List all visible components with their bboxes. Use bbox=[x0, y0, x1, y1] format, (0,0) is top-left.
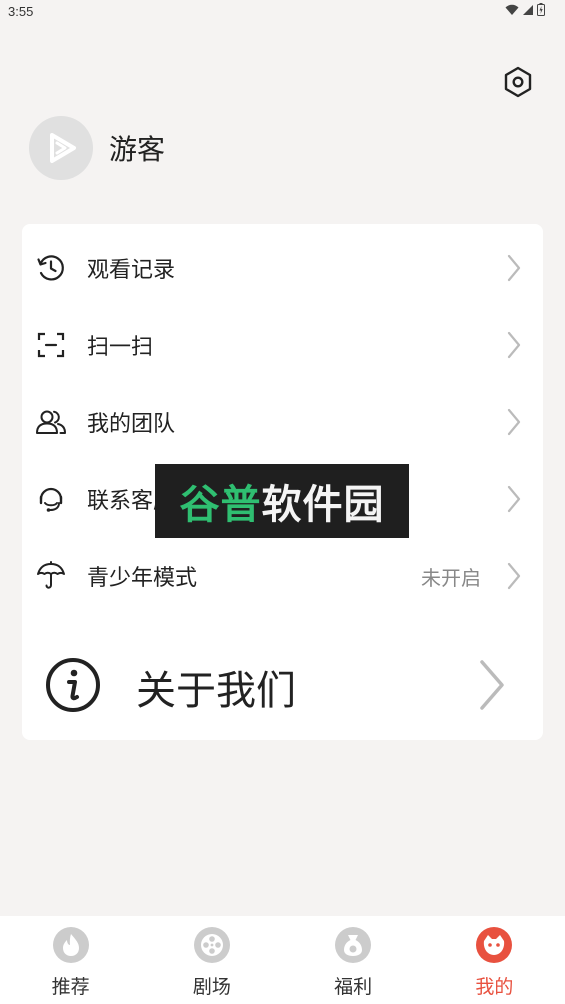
tab-label: 推荐 bbox=[51, 976, 90, 998]
menu-item-teen-mode[interactable]: 青少年模式 未开启 bbox=[22, 538, 543, 614]
menu-item-my-team[interactable]: 我的团队 bbox=[22, 384, 543, 460]
headset-icon bbox=[34, 482, 68, 516]
scan-icon bbox=[34, 328, 68, 362]
menu-item-label: 扫一扫 bbox=[87, 335, 154, 360]
play-logo-icon bbox=[50, 133, 76, 163]
avatar[interactable] bbox=[29, 116, 93, 180]
about-us-label: 关于我们 bbox=[136, 668, 296, 714]
chevron-right-icon bbox=[503, 405, 525, 439]
umbrella-icon bbox=[34, 559, 68, 593]
tab-mine[interactable]: 我的 bbox=[424, 916, 565, 1004]
chevron-right-icon bbox=[503, 328, 525, 362]
history-clock-icon bbox=[34, 251, 68, 285]
menu-item-label: 我的团队 bbox=[87, 412, 176, 437]
tab-label: 剧场 bbox=[192, 976, 231, 998]
bottom-tab-bar: 推荐 剧场 福利 我的 bbox=[0, 916, 565, 1004]
menu-item-about-us[interactable]: 关于我们 bbox=[22, 644, 543, 734]
chevron-right-icon bbox=[503, 251, 525, 285]
chevron-right-icon bbox=[480, 660, 504, 710]
chevron-right-icon bbox=[503, 482, 525, 516]
menu-item-label: 青少年模式 bbox=[87, 566, 198, 591]
menu-item-label: 观看记录 bbox=[87, 258, 176, 283]
wifi-icon bbox=[505, 4, 519, 15]
profile-face-icon bbox=[476, 927, 513, 963]
team-users-icon bbox=[34, 405, 68, 439]
tab-recommend[interactable]: 推荐 bbox=[0, 916, 141, 1004]
film-reel-icon bbox=[193, 927, 230, 963]
tab-welfare[interactable]: 福利 bbox=[283, 916, 424, 1004]
settings-button[interactable] bbox=[500, 64, 536, 100]
teen-mode-status: 未开启 bbox=[421, 565, 481, 590]
profile-header[interactable]: 游客 bbox=[29, 116, 165, 180]
username[interactable]: 游客 bbox=[109, 128, 165, 168]
tab-theater[interactable]: 剧场 bbox=[141, 916, 282, 1004]
chevron-right-icon bbox=[503, 559, 525, 593]
tab-label: 福利 bbox=[334, 976, 373, 998]
info-icon bbox=[46, 658, 100, 712]
watermark-text-b: 软件园 bbox=[261, 482, 385, 528]
menu-item-watch-history[interactable]: 观看记录 bbox=[22, 230, 543, 306]
flame-icon bbox=[52, 927, 89, 963]
cellular-signal-icon bbox=[523, 4, 533, 15]
status-bar: 3:55 bbox=[0, 0, 565, 24]
battery-icon bbox=[537, 3, 545, 16]
settings-hexagon-icon bbox=[504, 66, 532, 98]
status-icons bbox=[505, 3, 545, 16]
watermark-text-a: 谷普 bbox=[179, 482, 262, 528]
menu-item-scan[interactable]: 扫一扫 bbox=[22, 307, 543, 383]
money-bag-icon bbox=[335, 927, 372, 963]
status-time: 3:55 bbox=[8, 4, 34, 19]
watermark-overlay: 谷普软件园 bbox=[155, 464, 409, 538]
tab-label: 我的 bbox=[475, 976, 514, 998]
